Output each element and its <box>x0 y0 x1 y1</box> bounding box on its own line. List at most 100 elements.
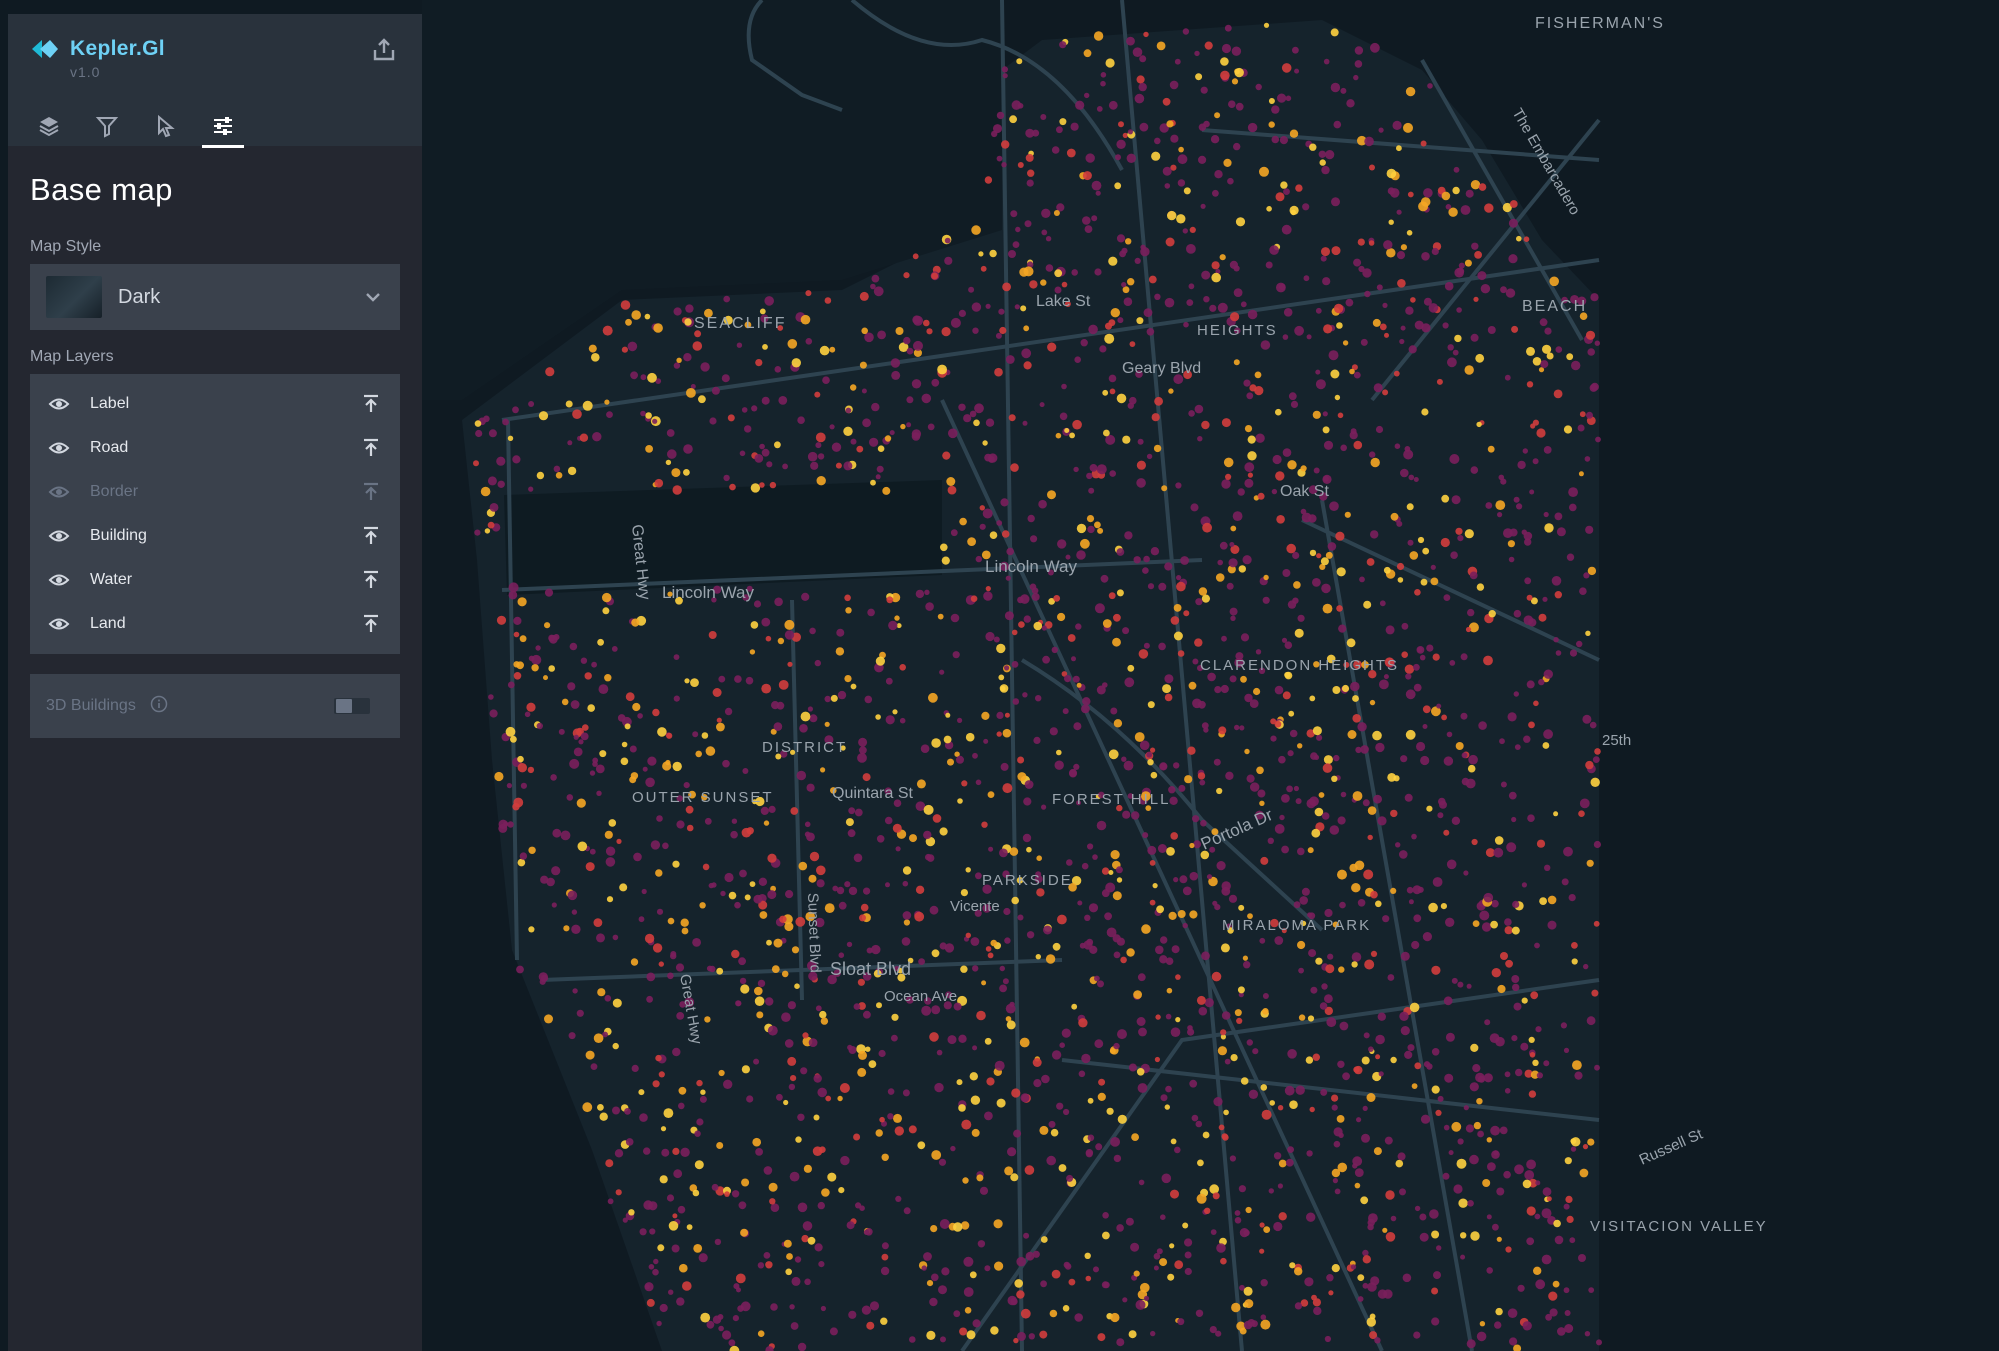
data-point <box>662 761 672 771</box>
data-point <box>544 588 554 597</box>
data-point <box>1321 165 1330 175</box>
data-point <box>1182 886 1192 896</box>
data-point <box>776 1093 783 1101</box>
move-to-top-icon[interactable] <box>360 393 382 415</box>
data-point <box>1182 228 1188 234</box>
data-point <box>1168 388 1174 394</box>
data-point <box>1486 1137 1493 1143</box>
tab-base-map[interactable] <box>202 106 244 148</box>
data-point <box>1526 1159 1536 1170</box>
data-point <box>784 1039 794 1048</box>
data-point <box>825 1095 832 1102</box>
data-point <box>1322 411 1328 417</box>
tab-filters[interactable] <box>86 106 128 146</box>
data-point <box>1456 1158 1467 1169</box>
tab-layers[interactable] <box>28 106 70 146</box>
eye-icon[interactable] <box>48 393 70 415</box>
data-point <box>1452 186 1460 195</box>
data-point <box>1243 1229 1250 1237</box>
data-point <box>517 858 526 867</box>
data-point <box>850 384 857 391</box>
data-point <box>831 442 842 452</box>
data-point <box>1196 1193 1207 1204</box>
eye-icon[interactable] <box>48 613 70 635</box>
move-to-top-icon[interactable] <box>360 481 382 503</box>
data-point <box>604 995 612 1002</box>
data-point <box>1287 460 1297 470</box>
data-point <box>1476 1331 1487 1342</box>
tab-interactions[interactable] <box>144 106 186 146</box>
data-point <box>1357 1296 1364 1302</box>
data-point <box>679 1263 688 1273</box>
data-point <box>1082 171 1092 181</box>
map-style-select[interactable]: Dark <box>30 264 400 330</box>
eye-icon[interactable] <box>48 569 70 591</box>
data-point <box>777 637 785 645</box>
data-point <box>999 984 1007 993</box>
data-point <box>1406 230 1413 236</box>
data-point <box>1076 550 1086 560</box>
move-to-top-icon[interactable] <box>360 525 382 547</box>
data-point <box>1109 470 1116 477</box>
data-point <box>770 1203 780 1212</box>
buildings-3d-toggle[interactable] <box>334 698 370 714</box>
data-point <box>1357 238 1365 246</box>
data-point <box>906 396 914 404</box>
data-point <box>1075 100 1085 110</box>
data-point <box>1141 924 1151 934</box>
data-point <box>1011 629 1018 636</box>
data-point <box>1126 36 1135 46</box>
data-point <box>1511 975 1520 983</box>
data-point <box>487 521 495 529</box>
data-point <box>819 1146 826 1153</box>
data-point <box>672 761 682 772</box>
data-point <box>925 602 934 611</box>
data-point <box>1377 1012 1386 1021</box>
map-canvas[interactable]: FISHERMAN'S SEACLIFF Lake St HEIGHTS Gea… <box>422 0 1999 1351</box>
data-point <box>1342 1072 1350 1081</box>
data-point <box>1233 265 1240 272</box>
data-point <box>824 297 832 304</box>
data-point <box>1420 755 1430 766</box>
data-point <box>578 739 584 745</box>
data-point <box>526 702 536 712</box>
data-point <box>1470 1043 1479 1052</box>
data-point <box>653 323 663 333</box>
data-point <box>1097 980 1104 988</box>
data-point <box>1162 166 1172 176</box>
data-point <box>1367 806 1377 815</box>
map-label-25th: 25th <box>1602 732 1631 749</box>
eye-icon[interactable] <box>48 437 70 459</box>
data-point <box>1445 1032 1455 1042</box>
data-point <box>1149 899 1156 906</box>
data-point <box>1052 942 1061 951</box>
data-point <box>1132 47 1143 57</box>
eye-icon[interactable] <box>48 481 70 503</box>
data-point <box>1138 1179 1145 1186</box>
data-point <box>1277 1105 1284 1111</box>
data-point <box>757 1330 765 1337</box>
data-point <box>1041 804 1047 810</box>
move-to-top-icon[interactable] <box>360 613 382 635</box>
data-point <box>837 690 847 700</box>
data-point <box>1230 615 1236 621</box>
data-point <box>1248 1089 1259 1100</box>
data-point <box>1013 1129 1022 1138</box>
data-point <box>732 1315 739 1322</box>
data-point <box>1061 281 1068 288</box>
data-point <box>844 594 851 602</box>
move-to-top-icon[interactable] <box>360 437 382 459</box>
info-icon[interactable] <box>150 695 168 718</box>
data-point <box>740 1228 749 1237</box>
data-point <box>1431 1048 1440 1056</box>
data-point <box>1278 1212 1287 1221</box>
data-point <box>802 1221 813 1231</box>
move-to-top-icon[interactable] <box>360 569 382 591</box>
share-button[interactable] <box>370 36 398 64</box>
data-point <box>844 675 852 683</box>
data-point <box>1497 511 1503 518</box>
eye-icon[interactable] <box>48 525 70 547</box>
data-point <box>1066 859 1073 866</box>
data-point <box>1394 443 1401 450</box>
map-label-forest-hill: FOREST HILL <box>1052 791 1170 808</box>
